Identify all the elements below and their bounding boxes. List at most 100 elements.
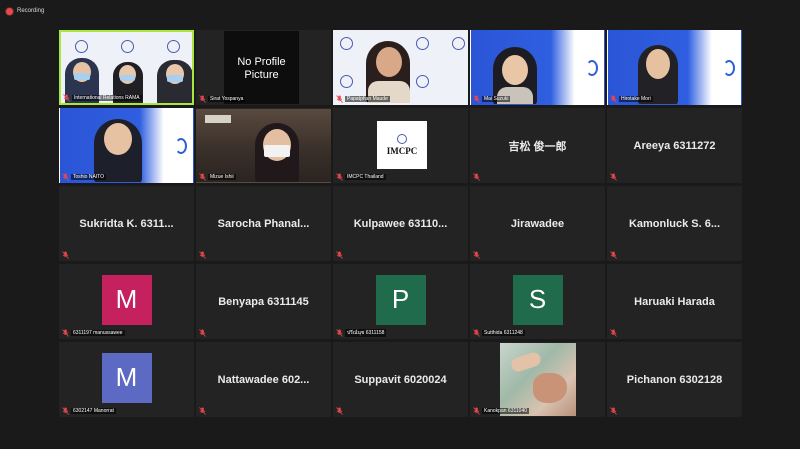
recording-indicator[interactable]: Recording — [6, 5, 44, 17]
participant-footer — [610, 250, 617, 259]
participant-footer: Sutthida 6311248 — [473, 328, 525, 337]
participant-display-name: Haruaki Harada — [634, 295, 715, 308]
participant-display-name: Pichanon 6302128 — [626, 373, 723, 386]
participant-tile-name[interactable]: Haruaki Harada — [607, 264, 742, 339]
logo-icon — [452, 37, 465, 50]
participant-name-label: Hirotake Mori — [619, 95, 653, 102]
logo-icon — [75, 40, 88, 53]
mic-muted-icon — [199, 250, 206, 259]
mic-muted-icon — [610, 250, 617, 259]
participant-display-name: Jirawadee — [510, 217, 565, 230]
avatar-letter: M — [115, 284, 138, 314]
participant-tile-name[interactable]: Kamonluck S. 6... — [607, 186, 742, 261]
mic-muted-icon — [473, 406, 480, 415]
face-mask — [264, 145, 290, 157]
participant-tile-name[interactable]: Pichanon 6302128 — [607, 342, 742, 417]
participant-tile-name[interactable]: Jirawadee — [470, 186, 605, 261]
logo-icon — [397, 134, 407, 144]
participant-display-name: Kamonluck S. 6... — [628, 217, 721, 230]
participant-tile-name[interactable]: Kulpawee 63110... — [333, 186, 468, 261]
participant-tile-video[interactable]: Mizue Ishii — [196, 108, 331, 183]
participant-display-name: Nattawadee 602... — [217, 373, 310, 386]
avatar-letter: P — [391, 284, 410, 314]
swirl-logo-icon — [723, 59, 735, 76]
participant-footer — [336, 250, 343, 259]
participant-footer — [610, 328, 617, 337]
participant-tile-name[interactable]: Nattawadee 602... — [196, 342, 331, 417]
logo-icon — [416, 75, 429, 88]
mic-muted-icon — [199, 406, 206, 415]
participant-tile-video[interactable]: International Relations RAMA — [59, 30, 194, 105]
participant-footer: IMCPC Thailand — [336, 172, 386, 181]
participant-footer: Sirat Yospanya — [199, 94, 246, 103]
participant-footer: Mai Suzuki — [473, 94, 511, 103]
avatar-letter: M — [115, 362, 138, 392]
participant-tile-video[interactable]: Hirotake Mori — [607, 30, 742, 105]
mic-muted-icon — [473, 250, 480, 259]
participant-footer: Papatphan Maude — [336, 94, 390, 103]
participant-tile-avatar[interactable]: P ปรีณ์นุช 6311158 — [333, 264, 468, 339]
participant-tile-name[interactable]: Benyapa 6311145 — [196, 264, 331, 339]
recording-label: Recording — [17, 8, 45, 14]
face-mask — [74, 73, 90, 80]
participant-name-label: 6302147 Manorrat — [71, 407, 116, 414]
mic-muted-icon — [610, 94, 617, 103]
participant-footer: Kanokpan 6311040 — [473, 406, 530, 415]
participant-name-label: International Relations RAMA — [72, 94, 142, 101]
participant-tile-video[interactable]: Mai Suzuki — [470, 30, 605, 105]
participant-name-label: 6311197 manussawee — [71, 329, 125, 336]
participant-tile-avatar[interactable]: M 6302147 Manorrat — [59, 342, 194, 417]
participant-footer — [610, 406, 617, 415]
participant-footer — [473, 250, 480, 259]
participant-display-name: Benyapa 6311145 — [218, 295, 309, 308]
participant-tile-name[interactable]: Suppavit 6020024 — [333, 342, 468, 417]
logo-icon — [340, 75, 353, 88]
participant-tile-video[interactable]: Papatphan Maude — [333, 30, 468, 105]
logo-icon — [416, 37, 429, 50]
mic-muted-icon — [62, 406, 69, 415]
mic-muted-icon — [63, 93, 70, 102]
avatar: P — [375, 274, 426, 325]
participant-tile-logo[interactable]: IMCPC IMCPC Thailand — [333, 108, 468, 183]
no-profile-text: Picture — [244, 68, 279, 81]
participant-display-name: Sukridta K. 6311... — [79, 217, 174, 230]
mic-muted-icon — [199, 328, 206, 337]
participant-display-name: Kulpawee 63110... — [353, 217, 448, 230]
university-logo — [580, 31, 604, 104]
logo-icon — [121, 40, 134, 53]
participant-footer — [199, 250, 206, 259]
mic-muted-icon — [473, 172, 480, 181]
participant-footer: Mizue Ishii — [199, 172, 236, 181]
participant-footer: Toshio NAITO — [62, 172, 107, 181]
participant-name-label: Mizue Ishii — [208, 173, 236, 180]
participant-footer — [473, 172, 480, 181]
logo-icon — [340, 37, 353, 50]
ceiling-light — [205, 115, 231, 123]
imcpc-logo: IMCPC — [377, 121, 427, 169]
participant-footer — [336, 406, 343, 415]
participant-display-name: Areeya 6311272 — [633, 139, 716, 152]
participant-name-label: Papatphan Maude — [345, 95, 390, 102]
participant-tile-avatar[interactable]: S Sutthida 6311248 — [470, 264, 605, 339]
foot — [533, 373, 567, 403]
swirl-logo-icon — [175, 137, 187, 154]
participant-tile-name[interactable]: Areeya 6311272 — [607, 108, 742, 183]
participant-tile-name[interactable]: Sukridta K. 6311... — [59, 186, 194, 261]
participant-display-name: Sarocha Phanal... — [217, 217, 310, 230]
avatar: S — [512, 274, 563, 325]
mic-muted-icon — [336, 94, 343, 103]
avatar-letter: S — [528, 284, 547, 314]
mic-muted-icon — [62, 328, 69, 337]
participant-tile-avatar[interactable]: M 6311197 manussawee — [59, 264, 194, 339]
participant-tile-video[interactable]: Kanokpan 6311040 — [470, 342, 605, 417]
participant-tile-no-profile[interactable]: No Profile Picture Sirat Yospanya — [196, 30, 331, 105]
avatar: M — [101, 274, 152, 325]
participant-tile-video[interactable]: Toshio NAITO — [59, 108, 194, 183]
mic-muted-icon — [336, 172, 343, 181]
participant-tile-name[interactable]: Sarocha Phanal... — [196, 186, 331, 261]
no-profile-text: No Profile — [237, 55, 286, 68]
participant-name-label: Kanokpan 6311040 — [482, 407, 530, 414]
mic-muted-icon — [473, 328, 480, 337]
participant-display-name: 吉松 俊一郎 — [508, 140, 567, 153]
participant-tile-name[interactable]: 吉松 俊一郎 — [470, 108, 605, 183]
